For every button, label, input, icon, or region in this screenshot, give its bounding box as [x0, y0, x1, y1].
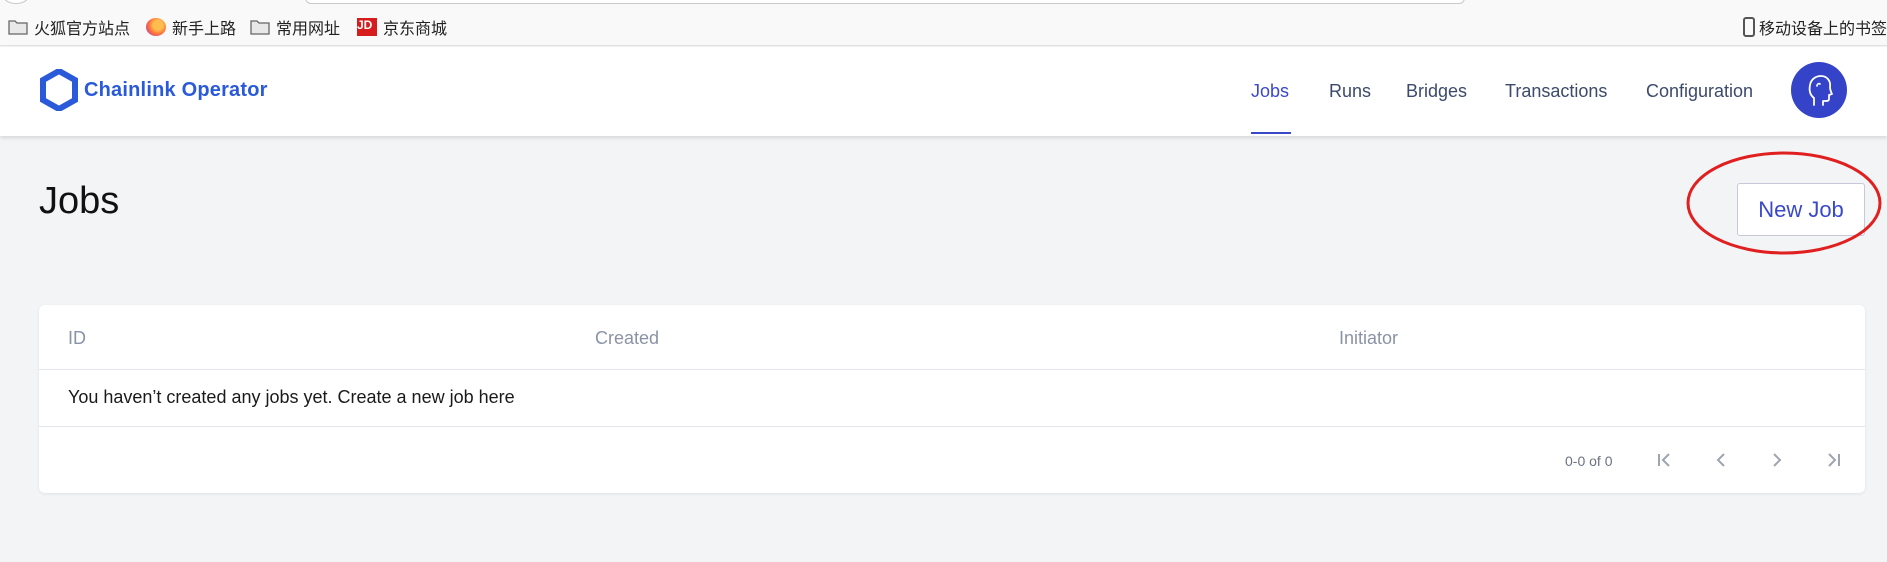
nav-configuration[interactable]: Configuration: [1646, 81, 1753, 102]
folder-icon: [8, 18, 28, 36]
bookmark-label: 新手上路: [172, 21, 237, 38]
empty-state-message[interactable]: You haven’t created any jobs yet. Create…: [68, 387, 515, 408]
mobile-bookmarks[interactable]: 移动设备上的书签: [1742, 16, 1887, 38]
page-range-text: 0-0 of 0: [1565, 453, 1613, 469]
browser-back-button-edge[interactable]: [2, 0, 30, 4]
bookmark-label: 常用网址: [276, 21, 341, 38]
address-bar-edge[interactable]: [305, 0, 1465, 4]
chevron-left-icon: [1716, 453, 1725, 467]
previous-page-button[interactable]: [1707, 446, 1735, 474]
phone-icon: [1742, 17, 1755, 37]
column-header-created: Created: [595, 328, 660, 348]
column-header-id: ID: [68, 328, 86, 348]
bookmark-label: 火狐官方站点: [34, 21, 131, 38]
nav-transactions[interactable]: Transactions: [1505, 81, 1607, 102]
highlight-annotation: [1686, 151, 1882, 255]
page-title: Jobs: [39, 180, 120, 222]
bookmarks-bar: 火狐官方站点 新手上路 常用网址 JD 京东商城 移动设备上的书签: [0, 0, 1887, 46]
avatar-button[interactable]: [1791, 62, 1847, 118]
first-page-button[interactable]: [1651, 446, 1679, 474]
user-head-icon: [1808, 75, 1833, 106]
nav-bridges[interactable]: Bridges: [1406, 81, 1467, 102]
bookmark-item[interactable]: 火狐官方站点: [8, 16, 130, 38]
last-page-icon: [1828, 453, 1840, 467]
chainlink-hexagon-icon: [40, 69, 78, 111]
pagination: 0-0 of 0: [39, 427, 1865, 493]
jobs-table: ID Created Initiator You haven’t created…: [39, 305, 1865, 493]
nav-jobs[interactable]: Jobs: [1251, 81, 1289, 102]
chevron-right-icon: [1773, 453, 1782, 467]
mobile-bookmarks-label: 移动设备上的书签: [1758, 21, 1887, 38]
bookmark-item[interactable]: 新手上路: [146, 16, 236, 38]
firefox-icon: [146, 18, 166, 36]
brand-logo[interactable]: Chainlink Operator: [40, 69, 268, 111]
app-header: Chainlink Operator Jobs Runs Bridges Tra…: [0, 47, 1887, 136]
column-header-initiator: Initiator: [1339, 328, 1399, 348]
bookmark-item[interactable]: 常用网址: [250, 16, 340, 38]
nav-runs[interactable]: Runs: [1329, 81, 1371, 102]
table-header: ID Created Initiator: [39, 305, 1865, 370]
folder-icon: [250, 18, 270, 36]
jd-icon: JD: [357, 18, 377, 36]
last-page-button[interactable]: [1819, 446, 1847, 474]
first-page-icon: [1658, 453, 1670, 467]
next-page-button[interactable]: [1763, 446, 1791, 474]
brand-name: Chainlink Operator: [84, 78, 268, 101]
table-row: You haven’t created any jobs yet. Create…: [39, 370, 1865, 427]
active-tab-indicator: [1251, 132, 1291, 134]
bookmark-item[interactable]: JD 京东商城: [357, 16, 447, 38]
bookmark-label: 京东商城: [383, 21, 448, 38]
